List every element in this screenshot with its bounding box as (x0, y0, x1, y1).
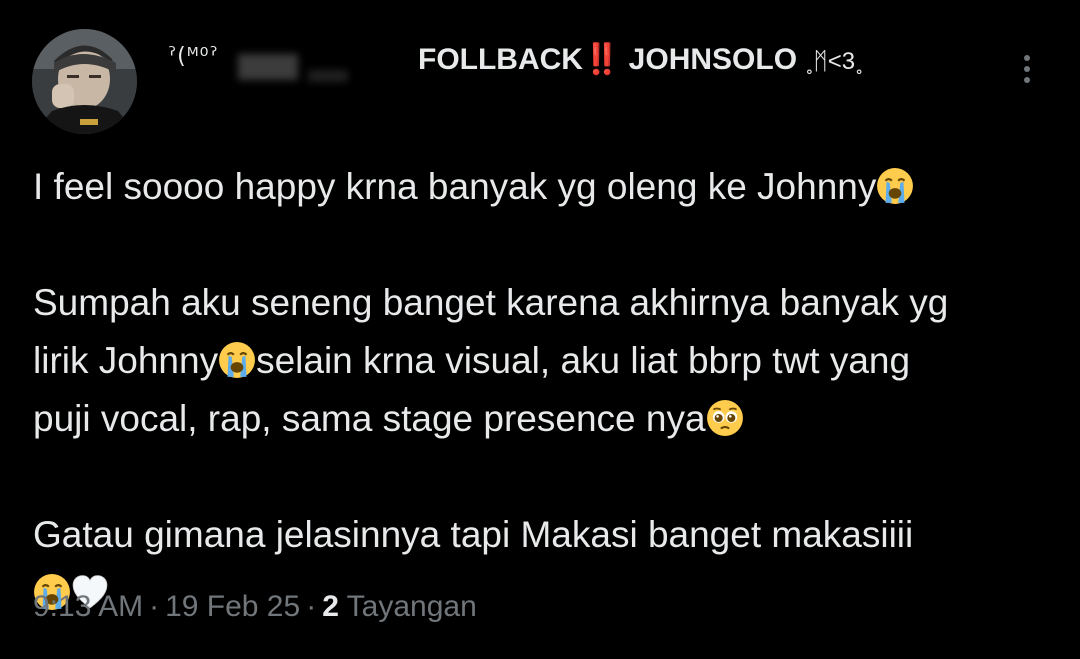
tweet-line-5: Gatau gimana jelasinnya tapi Makasi bang… (33, 506, 1053, 564)
tweet-line-2: Sumpah aku seneng banget karena akhirnya… (33, 274, 1053, 332)
avatar[interactable] (32, 29, 137, 134)
more-options-icon[interactable] (1018, 55, 1036, 89)
tweet-text-5: Gatau gimana jelasinnya tapi Makasi bang… (33, 514, 914, 555)
tweet-line-1: I feel soooo happy krna banyak yg oleng … (33, 158, 1053, 216)
tweet-time[interactable]: 9:13 AM (33, 590, 143, 623)
loudly-crying-face-icon (877, 168, 914, 204)
display-name-main: JOHNSOLO (620, 43, 806, 76)
tweet-card: ˀ(ᴹ⁰ˀ FOLLBACK‼️ JOHNSOLO ˳ᛗ<3˳ I feel s… (0, 0, 1080, 659)
avatar-image (32, 29, 137, 134)
author-handle-glyphs[interactable]: ˀ(ᴹ⁰ˀ (168, 44, 219, 69)
views-count: 2 (322, 590, 339, 623)
tweet-text-4: puji vocal, rap, sama stage presence nya (33, 398, 706, 439)
tweet-text-3a: lirik Johnny (33, 340, 219, 381)
double-exclamation-icon: ‼️ (582, 43, 621, 76)
display-name-prefix: FOLLBACK (418, 43, 583, 76)
redacted-handle (238, 54, 298, 80)
tweet-line-4: puji vocal, rap, sama stage presence nya (33, 390, 1053, 448)
tweet-text-2: Sumpah aku seneng banget karena akhirnya… (33, 282, 949, 323)
tweet-text-3b: selain krna visual, aku liat bbrp twt ya… (256, 340, 911, 381)
tweet-date[interactable]: 19 Feb 25 (165, 590, 300, 623)
meta-separator: · (306, 590, 317, 623)
pleading-face-icon (706, 400, 743, 436)
tweet-header: ˀ(ᴹ⁰ˀ FOLLBACK‼️ JOHNSOLO ˳ᛗ<3˳ (168, 40, 928, 84)
redacted-handle-extra (308, 70, 348, 82)
meta-separator: · (149, 590, 160, 623)
author-display-name[interactable]: FOLLBACK‼️ JOHNSOLO ˳ᛗ<3˳ (418, 42, 863, 77)
tweet-body: I feel soooo happy krna banyak yg oleng … (33, 158, 1053, 622)
tweet-meta: 9:13 AM · 19 Feb 25 · 2 Tayangan (33, 590, 477, 624)
tweet-line-3: lirik Johnny selain krna visual, aku lia… (33, 332, 1053, 390)
tweet-text-1: I feel soooo happy krna banyak yg oleng … (33, 166, 877, 207)
display-name-tail: ˳ᛗ<3˳ (805, 48, 864, 75)
loudly-crying-face-icon (219, 342, 256, 378)
views-label: Tayangan (346, 590, 477, 623)
